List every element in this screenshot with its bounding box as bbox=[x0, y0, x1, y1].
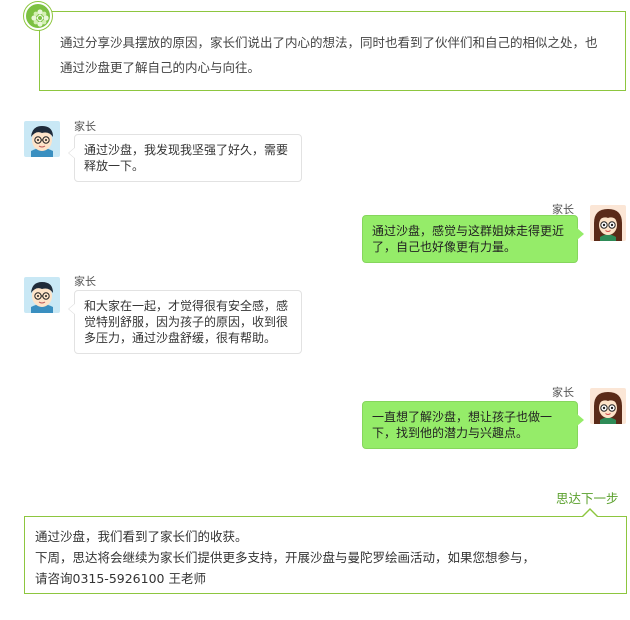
chat-bubble-right: 一直想了解沙盘，想让孩子也做一下，找到他的潜力与兴趣点。 bbox=[362, 401, 584, 449]
next-step-label: 思达下一步 bbox=[556, 491, 619, 506]
next-step-line: 下周，思达将会继续为家长们提供更多支持，开展沙盘与曼陀罗绘画活动，如果您想参与， bbox=[35, 550, 536, 565]
girl-avatar-icon bbox=[590, 205, 626, 241]
next-step-line: 请咨询0315-5926100 王老师 bbox=[35, 571, 206, 586]
chat-bubble-left: 通过沙盘，我发现我坚强了好久，需要释放一下。 bbox=[68, 134, 302, 182]
chat-bubble-right: 通过沙盘，感觉与这群姐妹走得更近了，自己也好像更有力量。 bbox=[362, 215, 584, 263]
next-step-line: 通过沙盘，我们看到了家长们的收获。 bbox=[35, 529, 248, 544]
message-text: 通过沙盘，我发现我坚强了好久，需要释放一下。 bbox=[84, 143, 289, 173]
speaker-name: 家长 bbox=[552, 386, 574, 399]
message-text: 一直想了解沙盘，想让孩子也做一下，找到他的潜力与兴趣点。 bbox=[372, 410, 553, 440]
speaker-name: 家长 bbox=[74, 275, 96, 288]
flower-badge-icon bbox=[24, 2, 52, 30]
speaker-name: 家长 bbox=[74, 120, 96, 133]
message-text: 通过沙盘，感觉与这群姐妹走得更近了，自己也好像更有力量。 bbox=[372, 224, 565, 254]
boy-avatar-icon bbox=[24, 277, 60, 313]
next-step-box: 通过沙盘，我们看到了家长们的收获。 下周，思达将会继续为家长们提供更多支持，开展… bbox=[24, 508, 627, 594]
chat-bubble-left: 和大家在一起，才觉得很有安全感，感觉特别舒服，因为孩子的原因，收到很多压力，通过… bbox=[68, 290, 302, 354]
summary-text: 通过分享沙具摆放的原因，家长们说出了内心的想法，同时也看到了伙伴们和自己的相似之… bbox=[60, 35, 598, 75]
summary-box: 通过分享沙具摆放的原因，家长们说出了内心的想法，同时也看到了伙伴们和自己的相似之… bbox=[39, 11, 626, 91]
boy-avatar-icon bbox=[24, 121, 60, 157]
message-text: 和大家在一起，才觉得很有安全感，感觉特别舒服，因为孩子的原因，收到很多压力，通过… bbox=[84, 299, 289, 345]
girl-avatar-icon bbox=[590, 388, 626, 424]
